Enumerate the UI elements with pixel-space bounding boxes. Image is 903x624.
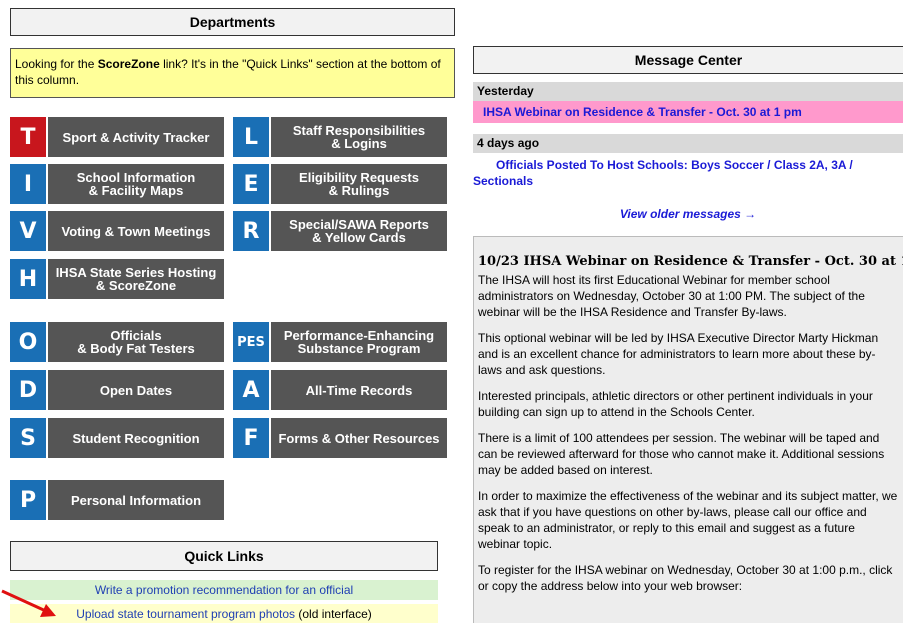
- tile-student-recognition[interactable]: S Student Recognition: [10, 418, 224, 458]
- tile-label: Student Recognition: [48, 418, 224, 458]
- message-link-webinar[interactable]: IHSA Webinar on Residence & Transfer - O…: [483, 105, 802, 119]
- tile-letter-h: H: [10, 259, 46, 299]
- notice-scorezone-bold: ScoreZone: [97, 57, 160, 71]
- tile-label: Special/SAWA Reports & Yellow Cards: [271, 211, 447, 251]
- tile-letter-i: I: [10, 164, 46, 204]
- tile-letter-p: P: [10, 480, 46, 520]
- old-interface-note: (old interface): [295, 607, 372, 621]
- quick-link-row[interactable]: Write a promotion recommendation for an …: [10, 580, 438, 600]
- tile-all-time-records[interactable]: A All-Time Records: [233, 370, 447, 410]
- quick-links-header: Quick Links: [10, 541, 438, 571]
- message-item[interactable]: Officials Posted To Host Schools: Boys S…: [473, 157, 903, 189]
- message-paragraph: Interested principals, athletic director…: [478, 389, 873, 419]
- tile-label: IHSA State Series Hosting & ScoreZone: [48, 259, 224, 299]
- message-paragraph: This optional webinar will be led by IHS…: [478, 331, 879, 377]
- promotion-recommendation-link[interactable]: Write a promotion recommendation for an …: [95, 583, 353, 597]
- tile-special-sawa-reports[interactable]: R Special/SAWA Reports & Yellow Cards: [233, 211, 447, 251]
- departments-title: Departments: [189, 14, 276, 30]
- tile-letter-o: O: [10, 322, 46, 362]
- tile-label: Voting & Town Meetings: [48, 211, 224, 251]
- tile-letter-t: T: [10, 117, 46, 157]
- message-detail-panel: 10/23 IHSA Webinar on Residence & Transf…: [473, 236, 903, 623]
- tile-personal-information[interactable]: P Personal Information: [10, 480, 224, 520]
- message-paragraph: There is a limit of 100 attendees per se…: [478, 431, 885, 477]
- upload-program-photos-link[interactable]: Upload state tournament program photos: [76, 607, 295, 621]
- section-4-days-ago: 4 days ago: [473, 134, 903, 153]
- tile-letter-d: D: [10, 370, 46, 410]
- tile-label: Eligibility Requests & Rulings: [271, 164, 447, 204]
- message-paragraph: The IHSA will host its first Educational…: [478, 273, 865, 319]
- tile-letter-f: F: [233, 418, 269, 458]
- message-item-highlighted[interactable]: IHSA Webinar on Residence & Transfer - O…: [473, 101, 903, 123]
- tile-letter-s: S: [10, 418, 46, 458]
- tile-label: Forms & Other Resources: [271, 418, 447, 458]
- message-link-officials-cont[interactable]: Sectionals: [473, 173, 903, 189]
- message-paragraph: To register for the IHSA webinar on Wedn…: [478, 563, 893, 593]
- message-center-header: Message Center: [473, 46, 903, 74]
- tile-sport-activity-tracker[interactable]: T Sport & Activity Tracker: [10, 117, 224, 157]
- message-center-title: Message Center: [634, 52, 743, 68]
- tile-eligibility-requests[interactable]: E Eligibility Requests & Rulings: [233, 164, 447, 204]
- tile-letter-r: R: [233, 211, 269, 251]
- tile-label: All-Time Records: [271, 370, 447, 410]
- tile-letter-v: V: [10, 211, 46, 251]
- message-paragraph: In order to maximize the effectiveness o…: [478, 489, 898, 551]
- tile-forms-resources[interactable]: F Forms & Other Resources: [233, 418, 447, 458]
- tile-state-series-hosting[interactable]: H IHSA State Series Hosting & ScoreZone: [10, 259, 224, 299]
- tile-label: Open Dates: [48, 370, 224, 410]
- departments-header: Departments: [10, 8, 455, 36]
- tile-letter-e: E: [233, 164, 269, 204]
- message-link-officials[interactable]: Officials Posted To Host Schools: Boys S…: [473, 157, 903, 173]
- view-older-messages-link[interactable]: View older messages →: [473, 207, 903, 221]
- quick-link-row: Upload state tournament program photos (…: [10, 604, 438, 623]
- tile-open-dates[interactable]: D Open Dates: [10, 370, 224, 410]
- tile-letter-l: L: [233, 117, 269, 157]
- notice-text-pre: Looking for the: [15, 57, 98, 71]
- tile-label: Staff Responsibilities & Logins: [271, 117, 447, 157]
- tile-letter-a: A: [233, 370, 269, 410]
- tile-letter-pes: PES: [233, 322, 269, 362]
- quick-links-title: Quick Links: [184, 548, 264, 564]
- scorezone-notice: Looking for the ScoreZone link? It's in …: [10, 48, 455, 98]
- tile-voting-town-meetings[interactable]: V Voting & Town Meetings: [10, 211, 224, 251]
- tile-performance-enhancing[interactable]: PES Performance-Enhancing Substance Progr…: [233, 322, 447, 362]
- message-detail-title: 10/23 IHSA Webinar on Residence & Transf…: [478, 254, 903, 269]
- tile-label: Officials & Body Fat Testers: [48, 322, 224, 362]
- tile-label: Sport & Activity Tracker: [48, 117, 224, 157]
- annotation-arrow-icon: [1, 589, 56, 617]
- tile-label: School Information & Facility Maps: [48, 164, 224, 204]
- tile-staff-responsibilities[interactable]: L Staff Responsibilities & Logins: [233, 117, 447, 157]
- tile-officials[interactable]: O Officials & Body Fat Testers: [10, 322, 224, 362]
- tile-school-information[interactable]: I School Information & Facility Maps: [10, 164, 224, 204]
- section-yesterday: Yesterday: [473, 82, 903, 101]
- tile-label: Personal Information: [48, 480, 224, 520]
- tile-label: Performance-Enhancing Substance Program: [271, 322, 447, 362]
